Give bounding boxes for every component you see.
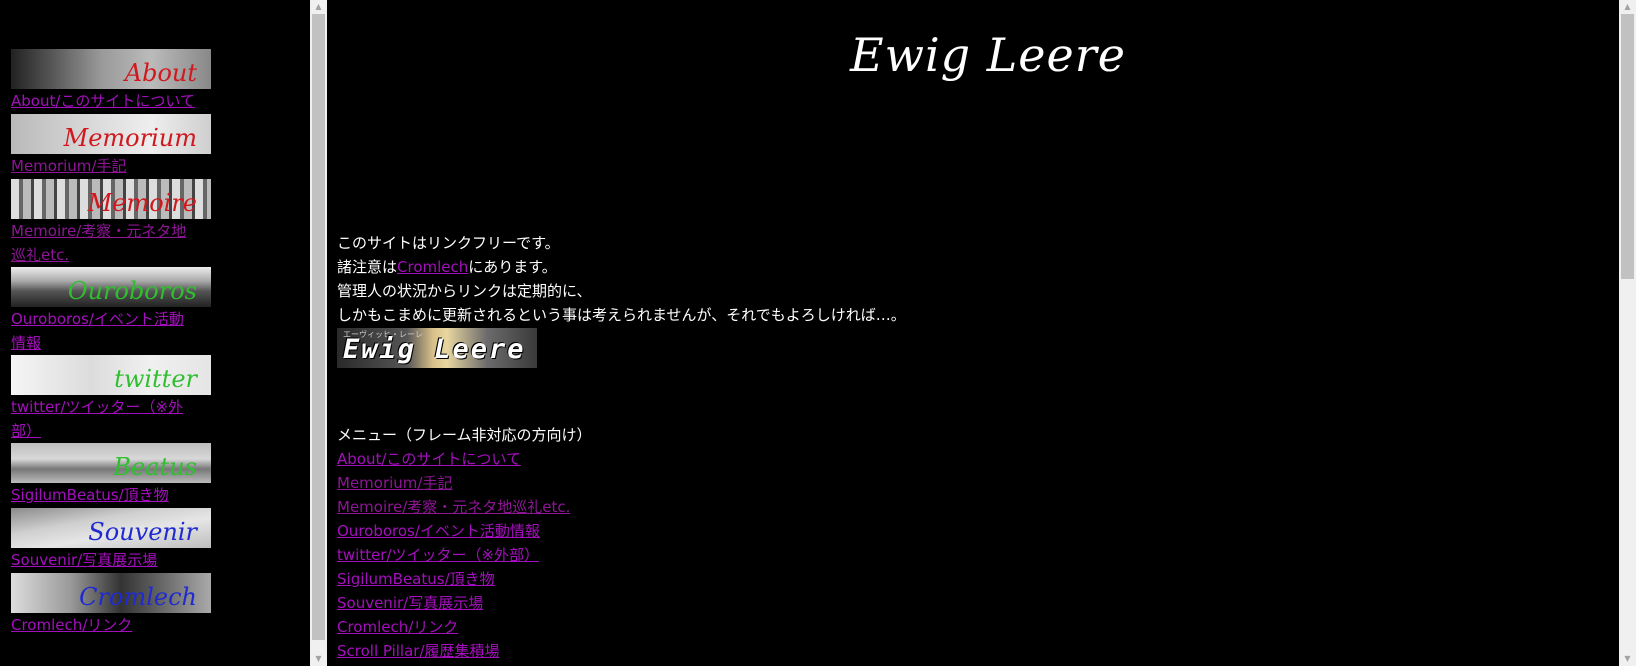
menu-link-twitter[interactable]: twitter/ツイッター（※外部） — [337, 543, 539, 567]
scroll-down-arrow-icon[interactable]: ▼ — [310, 652, 327, 666]
intro-line-2-prefix: 諸注意は — [337, 258, 398, 276]
nav-entry-memorium: Memorium Memorium/手記 — [11, 114, 211, 178]
scrollbar-thumb[interactable] — [1621, 14, 1634, 279]
menu-link-scroll-pillar[interactable]: Scroll Pillar/履歴集積場 — [337, 639, 500, 663]
site-link-banner: エーヴィッヒ・レーレ Ewig Leere — [337, 328, 537, 368]
intro-line-1: このサイトはリンクフリーです。 — [337, 234, 560, 252]
ouroboros-banner[interactable]: Ouroboros — [11, 267, 211, 307]
about-banner[interactable]: About — [11, 49, 211, 89]
menu-link-ouroboros[interactable]: Ouroboros/イベント活動情報 — [337, 519, 540, 543]
cromlech-banner[interactable]: Cromlech — [11, 573, 211, 613]
frame-divider[interactable] — [327, 0, 337, 666]
nav-link-memorium[interactable]: Memorium/手記 — [11, 154, 211, 178]
link-banner-text: Ewig Leere — [343, 334, 526, 365]
intro-line-2-suffix: にあります。 — [468, 258, 557, 276]
nav-link-souvenir[interactable]: Souvenir/写真展示場 — [11, 548, 211, 572]
nav-link-memoire-line2[interactable]: 巡礼etc. — [11, 243, 211, 267]
nav-entry-cromlech: Cromlech Cromlech/リンク — [11, 573, 211, 637]
left-navigation-frame: About About/このサイトについて Memorium Memorium/… — [0, 0, 310, 666]
souvenir-banner-text: Souvenir — [88, 518, 197, 546]
intro-line-4: しかもこまめに更新されるという事は考えられませんが、それでもよろしければ…。 — [337, 306, 906, 324]
about-banner-text: About — [124, 59, 197, 87]
cromlech-banner-text: Cromlech — [79, 583, 197, 611]
menu-link-cromlech[interactable]: Cromlech/リンク — [337, 615, 458, 639]
twitter-banner-text: twitter — [114, 365, 197, 393]
nav-link-ouroboros-line2[interactable]: 情報 — [11, 331, 211, 355]
memoire-banner-text: Memoire — [87, 189, 197, 217]
site-title: Ewig Leere — [850, 28, 1126, 82]
main-content-frame: Ewig Leere このサイトはリンクフリーです。 諸注意はCromlechに… — [337, 0, 1617, 666]
nav-link-about[interactable]: About/このサイトについて — [11, 89, 211, 113]
nav-link-cromlech[interactable]: Cromlech/リンク — [11, 613, 211, 637]
memoire-banner[interactable]: Memoire — [11, 179, 211, 219]
main-frame-scrollbar[interactable]: ▲ ▼ — [1619, 0, 1636, 666]
nav-entry-beatus: Beatus SigilumBeatus/頂き物 — [11, 443, 211, 507]
menu-link-sigilumbeatus[interactable]: SigilumBeatus/頂き物 — [337, 567, 495, 591]
nav-link-twitter-line1[interactable]: twitter/ツイッター（※外 — [11, 395, 211, 419]
intro-line-3: 管理人の状況からリンクは定期的に、 — [337, 282, 592, 300]
scroll-up-arrow-icon[interactable]: ▲ — [310, 0, 327, 14]
cromlech-inline-link[interactable]: Cromlech — [397, 258, 468, 276]
nav-link-twitter-line2[interactable]: 部） — [11, 419, 211, 443]
scroll-up-arrow-icon[interactable]: ▲ — [1619, 0, 1636, 14]
memorium-banner[interactable]: Memorium — [11, 114, 211, 154]
nav-entry-memoire: Memoire Memoire/考察・元ネタ地 巡礼etc. — [11, 179, 211, 267]
ouroboros-banner-text: Ouroboros — [67, 277, 197, 305]
menu-link-about[interactable]: About/このサイトについて — [337, 447, 521, 471]
left-frame-scrollbar[interactable]: ▲ ▼ — [310, 0, 327, 666]
beatus-banner[interactable]: Beatus — [11, 443, 211, 483]
intro-line-2: 諸注意はCromlechにあります。 — [337, 255, 557, 279]
memorium-banner-text: Memorium — [63, 124, 197, 152]
nav-entry-about: About About/このサイトについて — [11, 49, 211, 113]
scroll-down-arrow-icon[interactable]: ▼ — [1619, 652, 1636, 666]
menu-link-memorium[interactable]: Memorium/手記 — [337, 471, 452, 495]
menu-link-memoire[interactable]: Memoire/考察・元ネタ地巡礼etc. — [337, 495, 570, 519]
beatus-banner-text: Beatus — [113, 453, 197, 481]
nav-entry-twitter: twitter twitter/ツイッター（※外 部） — [11, 355, 211, 443]
menu-heading: メニュー（フレーム非対応の方向け） — [337, 426, 592, 444]
nav-link-ouroboros-line1[interactable]: Ouroboros/イベント活動 — [11, 307, 211, 331]
nav-entry-souvenir: Souvenir Souvenir/写真展示場 — [11, 508, 211, 572]
nav-entry-ouroboros: Ouroboros Ouroboros/イベント活動 情報 — [11, 267, 211, 355]
nav-link-memoire-line1[interactable]: Memoire/考察・元ネタ地 — [11, 219, 211, 243]
nav-link-sigilumbeatus[interactable]: SigilumBeatus/頂き物 — [11, 483, 211, 507]
twitter-banner[interactable]: twitter — [11, 355, 211, 395]
menu-link-souvenir[interactable]: Souvenir/写真展示場 — [337, 591, 483, 615]
scrollbar-thumb[interactable] — [312, 14, 325, 640]
souvenir-banner[interactable]: Souvenir — [11, 508, 211, 548]
